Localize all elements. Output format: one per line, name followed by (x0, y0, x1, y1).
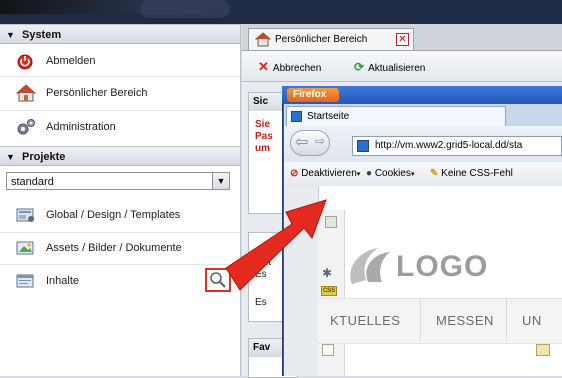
top-banner (0, 0, 562, 24)
content-icon (16, 272, 34, 290)
collapse-triangle-icon: ▼ (6, 152, 15, 162)
refresh-icon: ⟳ (354, 60, 365, 74)
divider (0, 76, 240, 77)
webdeveloper-toolbar: ⊘ Deaktivieren▾ ● Cookies▾ ✎ Keine CSS-F… (284, 162, 562, 187)
nav-item-label: Inhalte (46, 275, 80, 287)
search-button[interactable] (205, 268, 231, 292)
nav-item-global-design-templates[interactable]: Global / Design / Templates (0, 200, 240, 230)
user-icon: ● (366, 168, 373, 179)
back-arrow-icon[interactable]: ⇦ (295, 132, 308, 152)
nav-item-abmelden[interactable]: Abmelden (0, 46, 240, 76)
cms-edit-toolbar: ✱ CSS (318, 210, 345, 376)
search-icon (210, 272, 226, 288)
nav-link-un[interactable]: UN (522, 313, 542, 328)
deactivate-label: Deaktivieren (301, 168, 357, 179)
cancel-button[interactable]: ✕ Abbrechen (258, 59, 321, 75)
home-icon (15, 84, 37, 102)
nav-item-assets[interactable]: Assets / Bilder / Dokumente (0, 233, 240, 263)
url-text: http://vm.www2.grid5-local.dd/sta (375, 140, 523, 151)
firefox-menu-label: Firefox (293, 89, 327, 100)
projects-header-label: Projekte (21, 151, 66, 163)
css-menu[interactable]: ✎ Keine CSS-Fehl (430, 167, 513, 181)
chevron-down-icon: ▾ (356, 171, 361, 178)
logo-text: LOGO (396, 250, 489, 283)
install-line: Es (255, 269, 267, 280)
tab-persoenlicher-bereich[interactable]: Persönlicher Bereich ✕ (248, 28, 414, 50)
install-text: Inst Es (255, 257, 271, 281)
refresh-label: Aktualisieren (368, 63, 426, 74)
system-header-label: System (21, 29, 62, 41)
page-favicon-icon (291, 111, 302, 122)
warning-line: Pas (255, 131, 273, 142)
cookies-menu[interactable]: ● Cookies▾ (366, 167, 414, 181)
gears-icon (16, 118, 35, 136)
pencil-icon: ✎ (430, 168, 439, 179)
projects-section-header[interactable]: ▼ Projekte (0, 146, 240, 166)
divider (0, 264, 240, 265)
banner-logo-shape (140, 0, 230, 18)
nav-item-label: Abmelden (46, 55, 96, 67)
divider (0, 110, 240, 111)
nav-item-administration[interactable]: Administration (0, 112, 240, 142)
webpage-side-strip (284, 186, 319, 376)
cookies-label: Cookies (374, 168, 411, 179)
templates-icon (16, 206, 34, 224)
project-select-value: standard (11, 176, 54, 188)
cancel-label: Abbrechen (272, 63, 322, 74)
collapse-triangle-icon: ▼ (6, 30, 15, 40)
nav-item-persoenlicher-bereich[interactable]: Persönlicher Bereich (0, 78, 240, 108)
nav-separator (506, 298, 507, 342)
url-bar[interactable]: http://vm.www2.grid5-local.dd/sta (352, 136, 562, 156)
site-identity-icon (357, 140, 369, 152)
nav-separator (420, 298, 421, 342)
firefox-tab-label: Startseite (307, 111, 350, 122)
close-icon[interactable]: ✕ (396, 33, 409, 46)
nav-link-messen[interactable]: MESSEN (436, 313, 494, 328)
system-section-header[interactable]: ▼ System (0, 24, 240, 44)
back-forward-buttons: ⇦ ⇨ (290, 130, 330, 156)
es-text: Es (255, 297, 267, 308)
gear-icon[interactable]: ✱ (322, 266, 336, 280)
firefox-menu-button[interactable]: Firefox ▼ (287, 88, 339, 113)
warning-line: um (255, 143, 270, 154)
css-icon[interactable]: CSS (321, 286, 337, 296)
css-label: Keine CSS-Fehl (441, 168, 513, 179)
deactivate-menu[interactable]: ⊘ Deaktivieren▾ (290, 167, 360, 181)
nav-item-inhalte[interactable]: Inhalte (0, 266, 240, 296)
nav-item-label: Persönlicher Bereich (46, 87, 148, 99)
power-icon (16, 52, 34, 70)
editor-toolbar: ✕ Abbrechen ⟳ Aktualisieren (242, 51, 562, 82)
project-select[interactable]: standard ▼ (6, 172, 230, 190)
list-icon[interactable] (322, 344, 334, 356)
install-line: Inst (255, 257, 272, 268)
nav-link-aktuelles[interactable]: KTUELLES (330, 313, 400, 328)
left-navigation-panel: ▼ System Abmelden Persönlicher Bereich A… (0, 24, 241, 376)
image-icon[interactable] (325, 216, 337, 228)
no-entry-icon: ⊘ (290, 168, 299, 179)
firefox-tab-startseite[interactable]: Startseite (286, 106, 506, 126)
nav-item-label: Global / Design / Templates (46, 209, 181, 221)
tab-label: Persönlicher Bereich (275, 34, 368, 45)
nav-item-label: Assets / Bilder / Dokumente (46, 242, 182, 254)
close-icon: ✕ (258, 59, 269, 74)
refresh-button[interactable]: ⟳ Aktualisieren (354, 59, 425, 75)
warning-text: Sie Pas um (255, 119, 273, 155)
nav-item-label: Administration (46, 121, 116, 133)
site-logo[interactable]: LOGO (344, 244, 487, 288)
chevron-down-icon[interactable]: ▼ (212, 173, 229, 189)
chevron-down-icon: ▾ (410, 171, 415, 178)
forward-arrow-icon[interactable]: ⇨ (315, 134, 325, 148)
logo-mark-icon (350, 248, 390, 284)
warning-line: Sie (255, 119, 271, 130)
edit-icon[interactable] (536, 344, 550, 356)
assets-icon (16, 239, 34, 257)
